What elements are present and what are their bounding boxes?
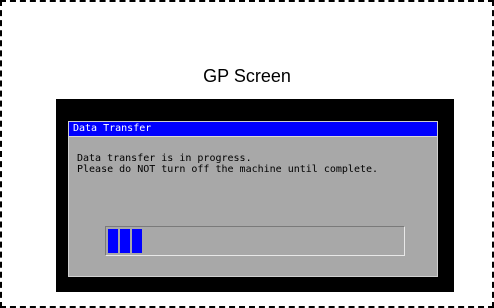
power-warning-message: Please do NOT turn off the machine until… [77,164,379,175]
data-transfer-dialog: Data Transfer Data transfer is in progre… [68,121,438,277]
progress-fill [108,229,142,253]
progress-block [120,229,130,253]
dialog-titlebar: Data Transfer [69,122,437,137]
progress-block [132,229,142,253]
dialog-title: Data Transfer [73,123,152,134]
progress-block [108,229,118,253]
transfer-status-message: Data transfer is in progress. [77,153,252,164]
transfer-progress-bar [105,226,405,256]
gp-screen-caption: GP Screen [203,66,291,86]
